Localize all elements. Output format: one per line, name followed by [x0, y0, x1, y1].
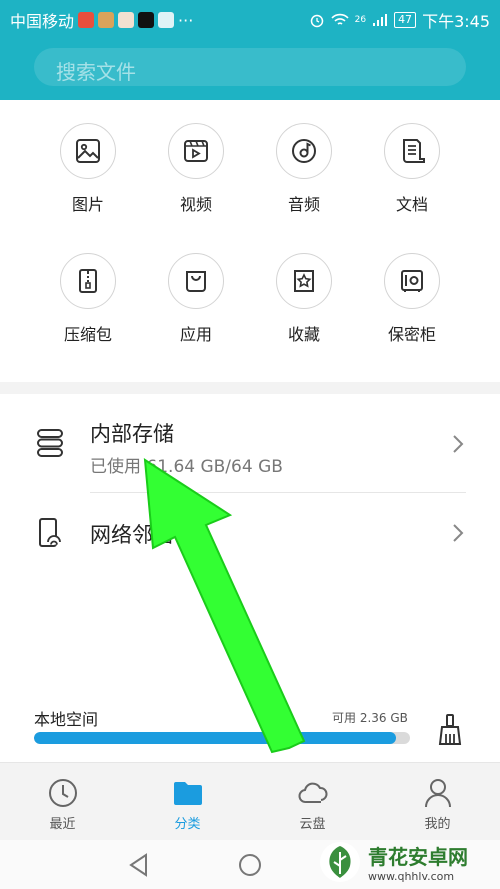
alarm-icon [310, 14, 323, 28]
header: 中国移动 ··· 26 47 下午3:45 搜索文件 [0, 0, 500, 100]
category-apps[interactable]: 应用 [142, 253, 250, 345]
clock-time: 下午3:45 [422, 12, 490, 31]
cloud-icon [298, 782, 328, 803]
tiktok-app-icon [138, 12, 155, 28]
chevron-right-icon [453, 435, 464, 453]
image-icon [76, 139, 100, 163]
nav-label: 我的 [424, 817, 451, 832]
storage-icon [37, 429, 63, 457]
category-label: 视频 [179, 195, 212, 214]
archive-icon [79, 269, 97, 293]
back-icon[interactable] [128, 853, 150, 877]
category-label: 应用 [179, 325, 212, 344]
browser-app-icon [158, 12, 175, 28]
internal-storage-row[interactable]: 内部存储 已使用 61.64 GB/64 GB [0, 394, 500, 492]
category-favorites[interactable]: 收藏 [250, 253, 358, 345]
audio-icon [292, 139, 316, 163]
nav-label: 最近 [49, 817, 76, 832]
status-bar: 中国移动 ··· 26 47 下午3:45 [0, 0, 500, 36]
nav-me[interactable]: 我的 [375, 763, 500, 841]
storage-progress-fill [34, 732, 397, 744]
network-type: 26 [354, 15, 367, 25]
category-archives[interactable]: 压缩包 [34, 253, 142, 345]
more-notifications: ··· [178, 10, 194, 30]
video-icon [184, 140, 208, 162]
category-documents[interactable]: 文档 [358, 123, 466, 215]
network-device-icon [39, 518, 61, 547]
category-grid: 图片 视频 音频 文档 压缩包 应用 收藏 保密柜 [0, 100, 500, 382]
home-icon[interactable] [238, 853, 262, 877]
category-label: 保密柜 [387, 325, 436, 344]
category-label: 文档 [395, 195, 428, 214]
local-space-title: 本地空间 [34, 710, 99, 729]
watermark-title: 青花安卓网 [368, 845, 468, 869]
category-videos[interactable]: 视频 [142, 123, 250, 215]
battery-icon: 47 [394, 12, 417, 28]
weibo-app-icon [118, 12, 135, 28]
wifi-icon [331, 13, 349, 25]
search-input[interactable]: 搜索文件 [34, 48, 466, 86]
bottom-nav: 最近 分类 云盘 我的 [0, 762, 500, 840]
location-app-icon [78, 12, 95, 28]
person-icon [425, 779, 451, 808]
document-icon [403, 139, 425, 163]
safe-icon [401, 270, 423, 292]
nav-recent[interactable]: 最近 [0, 763, 125, 841]
folder-icon [174, 782, 202, 805]
game-app-icon [98, 12, 115, 28]
internal-storage-usage: 已使用 61.64 GB/64 GB [90, 457, 283, 477]
storage-panel: 内部存储 已使用 61.64 GB/64 GB 网络邻居 [0, 394, 500, 696]
category-label: 音频 [287, 195, 320, 214]
signal-icon [373, 14, 388, 26]
leaf-logo-icon [320, 842, 360, 882]
category-safe[interactable]: 保密柜 [358, 253, 466, 345]
app-bag-icon [186, 271, 206, 292]
search-placeholder: 搜索文件 [56, 60, 136, 84]
clock-icon [49, 779, 77, 807]
category-label: 压缩包 [63, 325, 112, 344]
category-label: 图片 [71, 195, 104, 214]
network-neighbors-title: 网络邻居 [90, 523, 174, 547]
nav-category[interactable]: 分类 [125, 763, 250, 841]
category-audio[interactable]: 音频 [250, 123, 358, 215]
broom-icon[interactable] [436, 714, 464, 746]
category-images[interactable]: 图片 [34, 123, 142, 215]
nav-cloud[interactable]: 云盘 [250, 763, 375, 841]
carrier-label: 中国移动 [10, 12, 75, 31]
category-label: 收藏 [287, 325, 320, 344]
watermark: 青花安卓网 www.qhhlv.com [318, 840, 468, 884]
storage-progress-bar [34, 732, 410, 744]
local-space-panel: 本地空间 可用 2.36 GB [0, 696, 500, 762]
nav-label: 分类 [174, 817, 201, 832]
local-space-available: 可用 2.36 GB [332, 711, 408, 725]
network-neighbors-row[interactable]: 网络邻居 [0, 493, 500, 573]
star-icon [294, 270, 314, 292]
nav-label: 云盘 [299, 817, 326, 832]
chevron-right-icon [453, 524, 464, 542]
watermark-url: www.qhhlv.com [368, 870, 455, 883]
internal-storage-title: 内部存储 [90, 422, 174, 446]
